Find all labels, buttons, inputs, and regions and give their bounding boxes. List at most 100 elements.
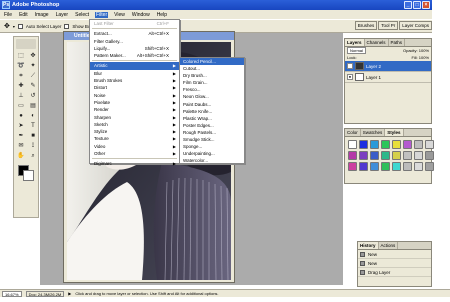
blend-mode-select[interactable]: Normal [347,47,366,54]
tool-preset-dropdown[interactable]: ▾ [13,24,15,29]
menu-item-video[interactable]: Video ▶ [90,143,179,150]
style-swatch[interactable] [414,140,423,149]
menu-item-sharpen[interactable]: Sharpen ▶ [90,114,179,121]
menu-item-noise[interactable]: Noise ▶ [90,92,179,99]
marquee-tool-icon[interactable]: ⬚ [16,52,26,60]
tab-swatches[interactable]: Swatches [361,129,386,136]
close-button[interactable]: × [422,1,430,9]
move-tool-icon[interactable]: ✥ [4,22,10,30]
menu-item-render[interactable]: Render ▶ [90,106,179,113]
style-swatch[interactable] [381,162,390,171]
submenu-item-watercolor[interactable]: Watercolor... [180,157,244,164]
style-swatch[interactable] [425,140,434,149]
palette-tab-tool-presets[interactable]: Tool Pr [378,21,399,30]
tab-actions[interactable]: Actions [379,242,399,249]
style-swatch[interactable] [359,151,368,160]
submenu-item-cutout[interactable]: Cutout... [180,65,244,72]
brush-tool-icon[interactable]: ✎ [28,82,38,90]
style-swatch[interactable] [370,162,379,171]
submenu-item-film-grain[interactable]: Film Grain... [180,79,244,86]
eyedropper-icon[interactable]: ⟟ [28,142,38,150]
menu-item-artistic[interactable]: Artistic ▶ [90,62,179,70]
crop-tool-icon[interactable]: ⌗ [16,72,26,80]
style-swatch[interactable] [425,151,434,160]
blur-tool-icon[interactable]: ● [16,112,26,120]
style-swatch[interactable] [359,140,368,149]
style-swatch[interactable] [348,162,357,171]
maximize-button[interactable]: □ [413,1,421,9]
tab-color[interactable]: Color [345,129,361,136]
history-brush-icon[interactable]: ↺ [28,92,38,100]
layer-row-layer-1[interactable]: ● Layer 1 [345,72,431,83]
tab-layers[interactable]: Layers [345,39,365,46]
submenu-item-underpainting[interactable]: Underpainting... [180,150,244,157]
menu-item-pattern-maker[interactable]: Pattern Maker... Alt+Shift+Ctrl+X [90,52,179,59]
style-swatch[interactable] [425,162,434,171]
menu-select[interactable]: Select [74,12,90,18]
style-swatch[interactable] [414,151,423,160]
style-swatch[interactable] [359,162,368,171]
menu-item-extract[interactable]: Extract... Alt+Ctrl+X [90,30,179,37]
style-swatch[interactable] [392,162,401,171]
eye-icon[interactable]: ● [347,63,353,69]
style-swatch[interactable] [403,162,412,171]
clone-stamp-icon[interactable]: ⊥ [16,92,26,100]
menu-window[interactable]: Window [131,12,151,18]
path-select-icon[interactable]: ➤ [16,122,26,130]
move-tool-icon-2[interactable]: ✥ [28,52,38,60]
style-swatch[interactable] [370,140,379,149]
layer-row-layer-2[interactable]: ● Layer 2 [345,61,431,72]
menu-item-brush-strokes[interactable]: Brush Strokes ▶ [90,77,179,84]
history-item[interactable]: Drag Layer [358,268,431,277]
shape-tool-icon[interactable]: ■ [28,132,38,140]
history-item[interactable]: New [358,259,431,268]
dodge-tool-icon[interactable]: ◐ [28,112,38,120]
history-item[interactable]: New [358,250,431,259]
tab-channels[interactable]: Channels [365,39,389,46]
style-swatch[interactable] [392,151,401,160]
zoom-field[interactable]: 16.67% [2,290,22,297]
style-swatch[interactable] [381,151,390,160]
arrow-right-icon[interactable]: ▶ [68,291,71,296]
submenu-item-fresco[interactable]: Fresco... [180,86,244,93]
background-color-swatch[interactable] [23,170,34,181]
submenu-item-palette-knife[interactable]: Palette Knife... [180,108,244,115]
menu-item-distort[interactable]: Distort ▶ [90,84,179,91]
minimize-button[interactable]: _ [404,1,412,9]
show-bounding-checkbox[interactable] [64,23,70,29]
fill-field[interactable]: Fill: 100% [411,55,429,60]
style-swatch[interactable] [403,140,412,149]
zoom-tool-icon[interactable]: ⌕ [28,152,38,160]
menu-filter[interactable]: Filter [95,11,109,18]
eraser-tool-icon[interactable]: ▭ [16,102,26,110]
submenu-item-neon-glow[interactable]: Neon Glow... [180,93,244,100]
opacity-field[interactable]: Opacity: 100% [403,48,429,53]
hand-tool-icon[interactable]: ✋ [16,152,26,160]
style-swatch[interactable] [381,140,390,149]
submenu-item-rough-pastels[interactable]: Rough Pastels... [180,129,244,136]
menu-item-liquify[interactable]: Liquify... Shift+Ctrl+X [90,45,179,52]
menu-view[interactable]: View [113,12,126,18]
menu-layer[interactable]: Layer [55,12,70,18]
type-tool-icon[interactable]: T [28,122,38,130]
menu-item-sketch[interactable]: Sketch ▶ [90,121,179,128]
style-swatch[interactable] [392,140,401,149]
palette-tab-brushes[interactable]: Brushes [354,21,378,30]
tab-styles[interactable]: Styles [385,129,404,136]
menu-item-digimarc[interactable]: Digimarc ▶ [90,160,179,167]
submenu-item-sponge[interactable]: Sponge... [180,143,244,150]
style-swatch[interactable] [348,140,357,149]
submenu-item-paint-daubs[interactable]: Paint Daubs... [180,101,244,108]
submenu-item-poster-edges[interactable]: Poster Edges... [180,122,244,129]
healing-brush-icon[interactable]: ✚ [16,82,26,90]
submenu-item-colored-pencil[interactable]: Colored Pencil... [180,58,244,66]
menu-edit[interactable]: Edit [18,12,29,18]
notes-tool-icon[interactable]: ✉ [16,142,26,150]
style-swatch[interactable] [370,151,379,160]
submenu-item-plastic-wrap[interactable]: Plastic Wrap... [180,115,244,122]
tab-history[interactable]: History [358,242,379,249]
menu-item-filter-gallery[interactable]: Filter Gallery... [90,38,179,45]
palette-tab-layer-comps[interactable]: Layer Comps [399,21,432,30]
pen-tool-icon[interactable]: ✒ [16,132,26,140]
menu-image[interactable]: Image [34,12,50,18]
